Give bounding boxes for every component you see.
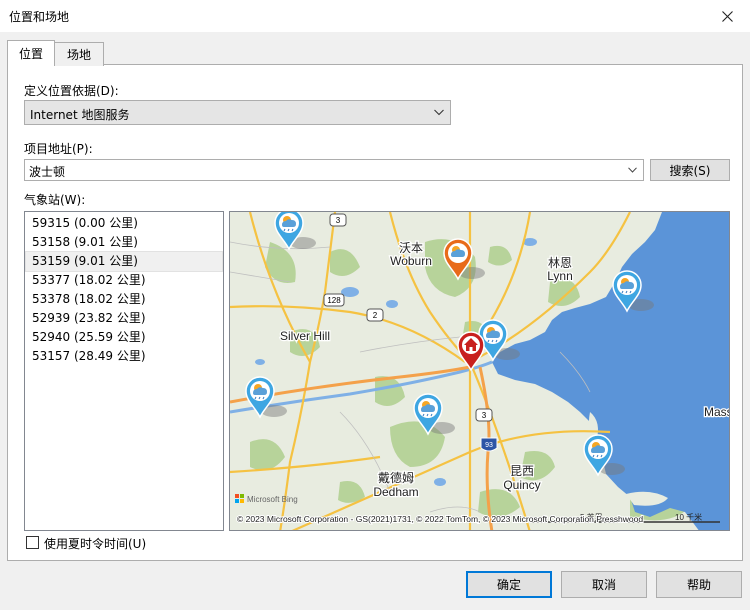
cancel-button[interactable]: 取消 bbox=[561, 571, 647, 598]
svg-text:3: 3 bbox=[482, 411, 487, 420]
chevron-down-icon bbox=[628, 167, 637, 173]
route-2-shield: 2 bbox=[366, 308, 384, 322]
list-item[interactable]: 52939 (23.82 公里) bbox=[26, 309, 222, 328]
title-bar: 位置和场地 bbox=[0, 0, 750, 32]
define-location-label: 定义位置依据(D): bbox=[24, 84, 119, 98]
place-label-woburn-cn: 沃本 bbox=[399, 241, 423, 255]
list-item[interactable]: 53159 (9.01 公里) bbox=[25, 251, 223, 272]
svg-text:10 千米: 10 千米 bbox=[675, 512, 702, 522]
route-3-bottom-shield: 3 bbox=[475, 408, 493, 422]
project-address-combobox[interactable]: 波士顿 bbox=[24, 159, 644, 181]
place-label-lynn: Lynn bbox=[547, 269, 573, 283]
list-item[interactable]: 53157 (28.49 公里) bbox=[26, 347, 222, 366]
svg-text:2: 2 bbox=[373, 311, 378, 320]
dst-label[interactable]: 使用夏时令时间(U) bbox=[44, 535, 146, 552]
weather-stations-label: 气象站(W): bbox=[24, 193, 86, 207]
list-item[interactable]: 53377 (18.02 公里) bbox=[26, 271, 222, 290]
svg-text:3: 3 bbox=[336, 216, 341, 225]
project-address-value: 波士顿 bbox=[29, 165, 66, 179]
svg-text:Microsoft Bing: Microsoft Bing bbox=[247, 495, 298, 504]
route-128-shield: 128 bbox=[323, 293, 345, 307]
place-label-quincy-cn: 昆西 bbox=[510, 464, 534, 478]
svg-text:93: 93 bbox=[485, 442, 493, 449]
tab-site[interactable]: 场地 bbox=[55, 42, 104, 66]
place-label-quincy: Quincy bbox=[503, 478, 540, 492]
search-button[interactable]: 搜索(S) bbox=[650, 159, 730, 181]
chevron-down-icon bbox=[434, 109, 444, 116]
map-view[interactable]: 3 128 2 3 93 沃本 Woburn 林恩 Lynn Silver Hi… bbox=[229, 211, 730, 531]
close-icon bbox=[721, 10, 733, 22]
place-label-dedham-cn: 戴德姆 bbox=[378, 470, 414, 485]
define-location-value: Internet 地图服务 bbox=[30, 108, 130, 122]
map-canvas[interactable]: 3 128 2 3 93 沃本 Woburn 林恩 Lynn Silver Hi… bbox=[230, 212, 730, 531]
define-location-dropdown[interactable]: Internet 地图服务 bbox=[24, 100, 451, 125]
route-3-top-shield: 3 bbox=[329, 213, 347, 227]
place-label-mass: Mass bbox=[704, 405, 730, 419]
project-address-label: 项目地址(P): bbox=[24, 142, 93, 156]
list-item[interactable]: 59315 (0.00 公里) bbox=[26, 214, 222, 233]
weather-station-list[interactable]: 59315 (0.00 公里) 53158 (9.01 公里) 53159 (9… bbox=[24, 211, 224, 531]
place-label-lynn-cn: 林恩 bbox=[548, 256, 572, 270]
place-label-dedham: Dedham bbox=[373, 485, 418, 499]
interstate-93-shield: 93 bbox=[480, 437, 498, 452]
tab-location[interactable]: 位置 bbox=[7, 40, 55, 66]
dst-checkbox[interactable] bbox=[26, 536, 39, 549]
map-attribution: © 2023 Microsoft Corporation - GS(2021)1… bbox=[237, 514, 643, 524]
place-label-woburn: Woburn bbox=[390, 254, 432, 268]
svg-text:128: 128 bbox=[327, 296, 341, 305]
close-button[interactable] bbox=[704, 0, 750, 32]
list-item[interactable]: 53378 (18.02 公里) bbox=[26, 290, 222, 309]
list-item[interactable]: 53158 (9.01 公里) bbox=[26, 233, 222, 252]
ok-button[interactable]: 确定 bbox=[466, 571, 552, 598]
list-item[interactable]: 52940 (25.59 公里) bbox=[26, 328, 222, 347]
window-title: 位置和场地 bbox=[9, 10, 70, 24]
place-label-silver-hill: Silver Hill bbox=[280, 329, 330, 343]
help-button[interactable]: 帮助 bbox=[656, 571, 742, 598]
